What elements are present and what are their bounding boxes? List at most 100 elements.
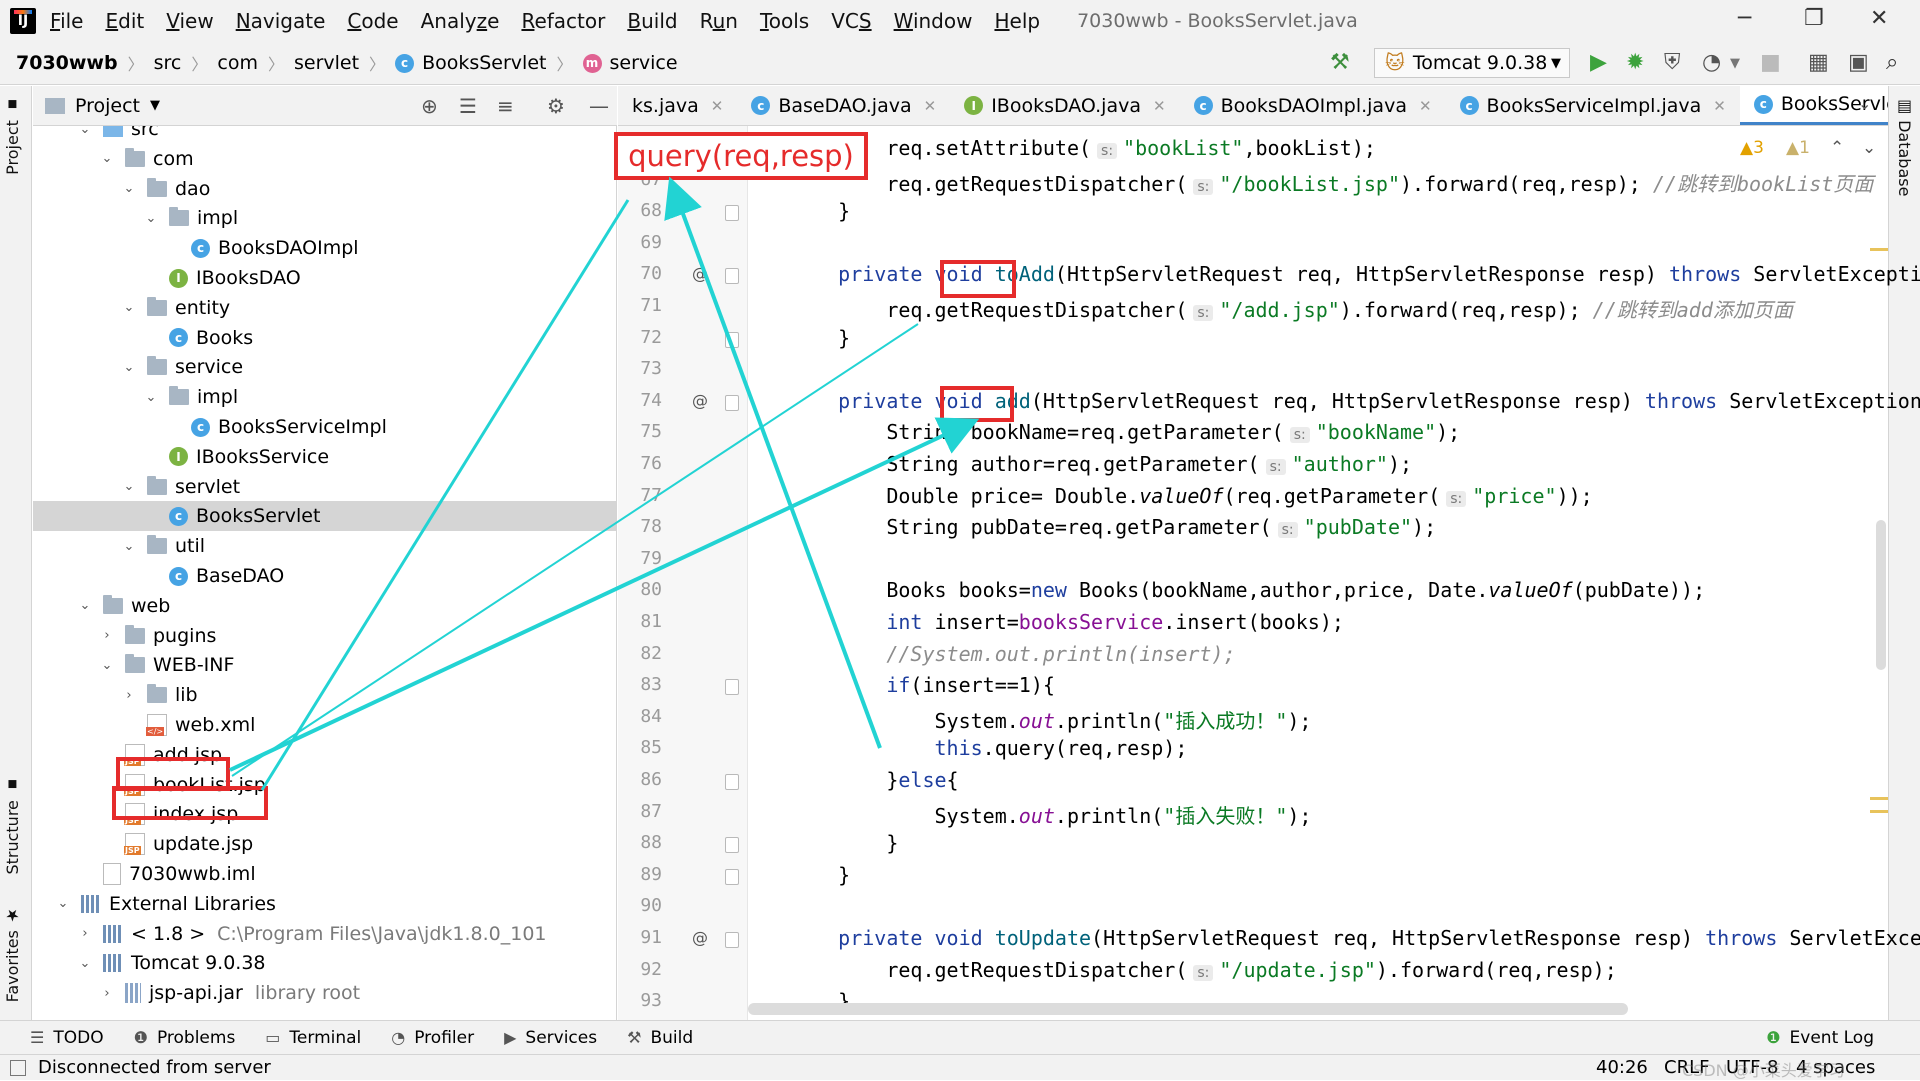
tree-item[interactable]: c Books	[33, 323, 616, 353]
menu-item[interactable]: Edit	[105, 9, 144, 33]
chevron-down-icon[interactable]: ⌄	[99, 658, 115, 673]
menu-item[interactable]: Refactor	[521, 9, 605, 33]
tree-item[interactable]: ⌄ impl	[33, 203, 616, 233]
tree-item[interactable]: add.jsp	[33, 740, 616, 770]
structure-tool-tab[interactable]: Structure ▪	[3, 776, 22, 875]
chevron-down-icon[interactable]: ⌄	[77, 956, 93, 971]
editor-tab[interactable]: c BooksServiceImpl.java ✕	[1446, 86, 1740, 125]
toggle-window-icon[interactable]: ▣	[1848, 50, 1869, 75]
error-stripe-mark[interactable]	[1870, 797, 1888, 800]
fold-marker-icon[interactable]	[725, 268, 739, 285]
chevron-down-icon[interactable]: ⌄	[143, 211, 159, 226]
chevron-down-icon[interactable]: ⌄	[121, 300, 137, 315]
expand-all-icon[interactable]: ☰	[459, 94, 477, 118]
breadcrumb-com[interactable]: com	[217, 52, 258, 74]
chevron-down-icon[interactable]: ▼	[150, 98, 160, 113]
run-configuration-select[interactable]: 🐱 Tomcat 9.0.38 ▼	[1374, 48, 1570, 78]
fold-marker-icon[interactable]	[725, 205, 739, 222]
profile-icon[interactable]: ◔	[1702, 50, 1721, 75]
tree-item[interactable]: c BooksServiceImpl	[33, 412, 616, 442]
tree-item[interactable]: ⌄ service	[33, 352, 616, 382]
tree-item[interactable]: I IBooksDAO	[33, 263, 616, 293]
chevron-down-icon[interactable]: ⌄	[143, 390, 159, 405]
editor-tab[interactable]: c BooksDAOImpl.java ✕	[1180, 86, 1446, 125]
chevron-down-icon[interactable]: ⌄	[99, 151, 115, 166]
chevron-down-icon[interactable]: ⌄	[121, 360, 137, 375]
error-stripe-mark[interactable]	[1870, 248, 1888, 251]
menu-item[interactable]: Window	[894, 9, 973, 33]
tree-item[interactable]: ⌄ External Libraries	[33, 889, 616, 919]
chevron-right-icon[interactable]: ›	[99, 628, 115, 643]
tree-item[interactable]: › lib	[33, 680, 616, 710]
tree-item[interactable]: ⌄ dao	[33, 174, 616, 204]
menu-item[interactable]: View	[166, 9, 213, 33]
menu-item[interactable]: Navigate	[236, 9, 326, 33]
run-icon[interactable]: ▶	[1590, 50, 1607, 75]
tree-item[interactable]: ⌄ src	[33, 126, 616, 144]
project-tool-tab[interactable]: Project ▪	[3, 96, 22, 175]
fold-marker-icon[interactable]	[725, 331, 739, 348]
tree-item[interactable]: ⌄ util	[33, 531, 616, 561]
debug-icon[interactable]: ✹	[1626, 50, 1644, 75]
tree-item[interactable]: web.xml	[33, 710, 616, 740]
tree-item[interactable]: bookList.jsp	[33, 770, 616, 800]
close-tab-icon[interactable]: ✕	[711, 97, 724, 115]
hide-panel-icon[interactable]: —	[589, 94, 609, 118]
chevron-down-icon[interactable]: ⌄	[1858, 94, 1871, 113]
error-stripe-mark[interactable]	[1870, 810, 1888, 813]
services-tool[interactable]: ▶ Services	[504, 1028, 597, 1048]
menu-item[interactable]: Analyze	[421, 9, 500, 33]
horizontal-scrollbar[interactable]	[748, 1003, 1628, 1015]
menu-item[interactable]: Help	[994, 9, 1040, 33]
chevron-down-icon[interactable]: ⌄	[121, 479, 137, 494]
tree-item[interactable]: c BaseDAO	[33, 561, 616, 591]
fold-marker-icon[interactable]	[725, 679, 739, 696]
tree-item[interactable]: I IBooksService	[33, 442, 616, 472]
tree-item[interactable]: ⌄ entity	[33, 293, 616, 323]
build-hammer-icon[interactable]: ⚒	[1330, 50, 1350, 75]
database-tool-tab[interactable]: ▤ Database	[1895, 96, 1914, 196]
tree-item[interactable]: update.jsp	[33, 829, 616, 859]
override-marker-icon[interactable]: @	[692, 928, 708, 947]
chevron-right-icon[interactable]: ›	[121, 688, 137, 703]
tree-item[interactable]: c BooksServlet	[33, 501, 616, 532]
restore-icon[interactable]: ❐	[1804, 6, 1824, 31]
fold-marker-icon[interactable]	[725, 394, 739, 411]
close-icon[interactable]: ✕	[1870, 6, 1888, 31]
problems-tool[interactable]: ❶ Problems	[134, 1028, 236, 1048]
tree-item[interactable]: › jsp-api.jar library root	[33, 978, 616, 1008]
gear-icon[interactable]: ⚙	[547, 94, 565, 118]
breadcrumb-src[interactable]: src	[154, 52, 182, 74]
chevron-down-icon[interactable]: ⌄	[77, 126, 93, 137]
tree-item[interactable]: ⌄ web	[33, 591, 616, 621]
fold-marker-icon[interactable]	[725, 837, 739, 854]
tree-item[interactable]: › < 1.8 > C:\Program Files\Java\jdk1.8.0_1…	[33, 919, 616, 949]
weak-warnings-indicator[interactable]: ▲1	[1786, 138, 1810, 158]
tree-item[interactable]: ⌄ WEB-INF	[33, 650, 616, 680]
close-tab-icon[interactable]: ✕	[1713, 97, 1726, 115]
vertical-scrollbar[interactable]	[1876, 520, 1886, 670]
editor-tab[interactable]: ks.java ✕	[618, 86, 737, 125]
fold-marker-icon[interactable]	[725, 774, 739, 790]
close-tab-icon[interactable]: ✕	[1419, 97, 1432, 115]
menu-item[interactable]: Build	[627, 9, 677, 33]
tree-item[interactable]: ⌄ impl	[33, 382, 616, 412]
close-tab-icon[interactable]: ✕	[1153, 97, 1166, 115]
menu-item[interactable]: Tools	[760, 9, 809, 33]
coverage-icon[interactable]: ⛨	[1664, 50, 1681, 75]
menu-item[interactable]: File	[50, 9, 83, 33]
override-marker-icon[interactable]: @	[692, 391, 708, 410]
chevron-right-icon[interactable]: ›	[77, 926, 93, 941]
profiler-tool[interactable]: ◔ Profiler	[391, 1028, 474, 1048]
fold-marker-icon[interactable]	[725, 932, 739, 948]
favorites-tool-tab[interactable]: Favorites ★	[3, 906, 22, 1002]
breadcrumb-servlet[interactable]: servlet	[294, 52, 359, 74]
locate-icon[interactable]: ⊕	[421, 94, 438, 118]
tree-item[interactable]: ⌄ Tomcat 9.0.38	[33, 948, 616, 978]
close-tab-icon[interactable]: ✕	[924, 97, 937, 115]
build-tool[interactable]: ⚒ Build	[627, 1028, 693, 1048]
collapse-all-icon[interactable]: ≡	[497, 94, 514, 118]
menu-item[interactable]: VCS	[831, 9, 871, 33]
menu-item[interactable]: Run	[700, 9, 738, 33]
tree-item[interactable]: c BooksDAOImpl	[33, 233, 616, 263]
